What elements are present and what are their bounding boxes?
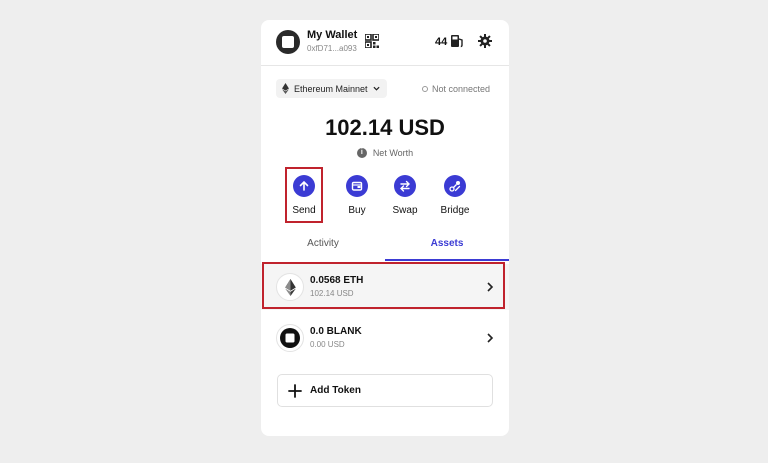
bridge-icon-circle	[444, 175, 466, 197]
chevron-down-icon	[372, 86, 380, 91]
wallet-icon	[351, 181, 363, 191]
gas-price-value: 44	[435, 36, 448, 48]
send-highlight-box	[285, 167, 323, 223]
asset-amount: 0.0 BLANK	[310, 326, 362, 337]
add-token-label: Add Token	[310, 385, 361, 396]
net-worth-label: Net Worth	[372, 148, 414, 158]
bridge-icon	[449, 181, 461, 192]
tab-assets[interactable]: Assets	[385, 238, 509, 260]
active-tab-indicator	[385, 259, 509, 261]
network-name: Ethereum Mainnet	[294, 83, 368, 94]
buy-label: Buy	[348, 205, 366, 216]
chevron-right-icon	[487, 333, 494, 343]
gas-pump-icon[interactable]	[450, 34, 464, 48]
bridge-button[interactable]: Bridge	[432, 175, 478, 216]
total-balance: 102.14 USD	[325, 115, 445, 140]
tab-activity[interactable]: Activity	[261, 238, 385, 260]
connection-status-label: Not connected	[431, 84, 490, 94]
swap-icon	[400, 180, 410, 192]
asset-icon	[276, 324, 304, 352]
asset-row-blank[interactable]: 0.0 BLANK 0.00 USD	[261, 315, 509, 361]
wallet-address[interactable]: 0xfD71...a093	[307, 44, 357, 53]
add-token-button[interactable]: Add Token	[277, 374, 493, 407]
swap-button[interactable]: Swap	[382, 175, 428, 216]
eth-row-highlight-box	[262, 262, 505, 309]
network-selector[interactable]: Ethereum Mainnet	[276, 79, 387, 98]
info-icon[interactable]: i	[356, 148, 367, 158]
wallet-panel: My Wallet 0xfD71...a093 44 Ethereum Main…	[261, 20, 509, 436]
wallet-avatar[interactable]	[276, 30, 300, 54]
net-worth-row: i Net Worth	[261, 148, 509, 158]
wallet-name[interactable]: My Wallet	[307, 29, 357, 41]
qr-code-icon[interactable]	[365, 34, 379, 48]
plus-icon	[288, 383, 302, 398]
buy-button[interactable]: Buy	[334, 175, 380, 216]
status-dot-icon	[421, 86, 428, 92]
swap-icon-circle	[394, 175, 416, 197]
wallet-header: My Wallet 0xfD71...a093 44	[261, 20, 509, 66]
buy-icon-circle	[346, 175, 368, 197]
bridge-label: Bridge	[440, 205, 470, 216]
blank-token-icon	[280, 328, 300, 348]
avatar-square-icon	[282, 36, 294, 48]
ethereum-icon	[282, 83, 289, 94]
gear-icon[interactable]	[478, 34, 492, 48]
swap-label: Swap	[392, 205, 418, 216]
connection-status: Not connected	[421, 84, 490, 94]
asset-value: 0.00 USD	[310, 340, 345, 349]
